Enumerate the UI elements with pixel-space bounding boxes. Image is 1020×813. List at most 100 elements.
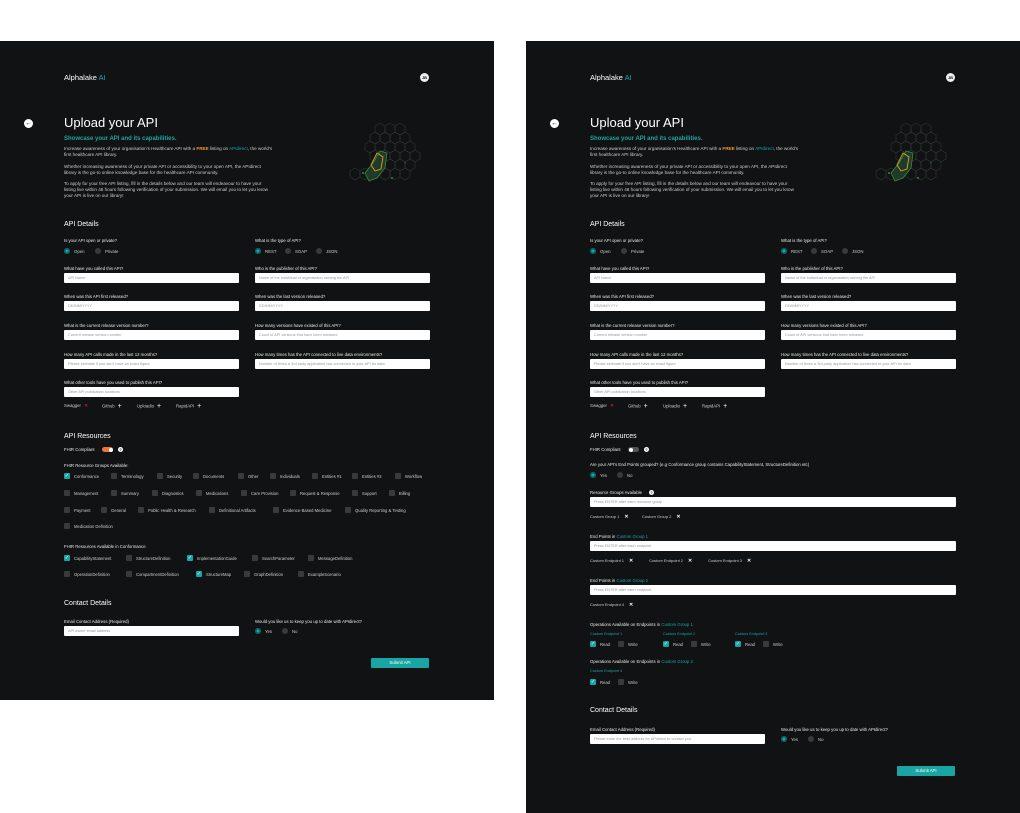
versions-count-input[interactable]: Count of API versions that have been rel…	[255, 330, 430, 340]
tool-uploadio[interactable]: Uploadio +	[137, 403, 161, 410]
conformance-checkbox[interactable]: StructureDefinition	[126, 554, 170, 562]
conformance-checkbox[interactable]: ✓ StructureMap	[196, 570, 231, 578]
group-checkbox[interactable]: Definitional Artifacts	[209, 506, 256, 514]
group-checkbox[interactable]: Entities #2	[352, 472, 382, 480]
read-checkbox[interactable]: ✓ Read	[735, 640, 755, 648]
radio-open[interactable]: Open	[590, 247, 611, 255]
add-icon[interactable]: +	[157, 403, 161, 410]
submit-button[interactable]: Submit API	[897, 766, 955, 776]
help-icon[interactable]: ?	[649, 490, 654, 495]
tools-input[interactable]: Other API publication locations	[64, 387, 239, 397]
radio-rest[interactable]: REST	[781, 247, 802, 255]
group-checkbox[interactable]: Medication Definition	[64, 522, 113, 530]
conformance-checkbox[interactable]: ✓ CapabilityStatement	[64, 554, 111, 562]
live-connections-input[interactable]: Number of times a 3rd party application …	[255, 359, 430, 369]
remove-icon[interactable]: ✕	[624, 514, 628, 520]
last-release-input[interactable]: DD/MM/YYYY	[781, 301, 956, 311]
radio-updates-no[interactable]: No	[282, 627, 298, 635]
submit-button[interactable]: Submit API	[371, 658, 429, 668]
group-checkbox[interactable]: Care Provision	[241, 489, 278, 497]
back-arrow-icon[interactable]: ←	[550, 119, 559, 128]
tool-rapidapi[interactable]: RapidAPI +	[702, 403, 727, 410]
conformance-checkbox[interactable]: OperationDefinition	[64, 570, 110, 578]
avatar[interactable]: JB	[420, 73, 429, 82]
tool-swagger[interactable]: Swagger ✕	[64, 403, 88, 409]
tool-swagger[interactable]: Swagger ✕	[590, 403, 614, 409]
radio-rest[interactable]: REST	[255, 247, 276, 255]
group-checkbox[interactable]: Terminology	[111, 472, 144, 480]
version-input[interactable]: Current release version number	[590, 330, 765, 340]
group-checkbox[interactable]: Support	[352, 489, 377, 497]
email-input[interactable]: API owner email address	[64, 626, 239, 636]
write-checkbox[interactable]: Write	[763, 640, 783, 648]
last-release-input[interactable]: DD/MM/YYYY	[255, 301, 430, 311]
tool-uploadio[interactable]: Uploadio +	[663, 403, 687, 410]
remove-icon[interactable]: ✕	[84, 403, 88, 409]
conformance-checkbox[interactable]: SearchParameter	[252, 554, 295, 562]
radio-grouped-yes[interactable]: Yes	[590, 471, 607, 479]
group-checkbox[interactable]: Summary	[111, 489, 139, 497]
radio-updates-yes[interactable]: Yes	[781, 735, 798, 743]
add-icon[interactable]: +	[723, 403, 727, 410]
radio-open[interactable]: Open	[64, 247, 85, 255]
help-icon[interactable]: ?	[644, 447, 649, 452]
add-icon[interactable]: +	[118, 403, 122, 410]
group-checkbox[interactable]: Documents	[193, 472, 224, 480]
group-checkbox[interactable]: Individuals	[270, 472, 300, 480]
tool-github[interactable]: Github +	[102, 403, 122, 410]
conformance-checkbox[interactable]: ✓ ImplementationGuide	[187, 554, 237, 562]
conformance-checkbox[interactable]: ExampleScenario	[298, 570, 341, 578]
group-checkbox[interactable]: Request & Response	[290, 489, 340, 497]
group-checkbox[interactable]: Security	[157, 472, 182, 480]
conformance-checkbox[interactable]: MessageDefinition	[308, 554, 352, 562]
first-release-input[interactable]: DD/MM/YYYY	[590, 301, 765, 311]
first-release-input[interactable]: DD/MM/YYYY	[64, 301, 239, 311]
group-checkbox[interactable]: Entities #1	[312, 472, 342, 480]
radio-private[interactable]: Private	[621, 247, 644, 255]
radio-json[interactable]: JSON	[842, 247, 863, 255]
group-checkbox[interactable]: Management	[64, 489, 98, 497]
read-checkbox[interactable]: ✓ Read	[663, 640, 683, 648]
endpoints-group1-input[interactable]: Press ENTER after each endpoint	[590, 541, 956, 551]
fhir-compliant-toggle[interactable]	[628, 447, 639, 452]
add-icon[interactable]: +	[197, 403, 201, 410]
group-checkbox[interactable]: Payment	[64, 506, 91, 514]
group-checkbox[interactable]: Other	[238, 472, 258, 480]
endpoints-group2-input[interactable]: Press ENTER after each endpoint	[590, 585, 956, 595]
resource-groups-input[interactable]: Press ENTER after each resource group	[590, 497, 956, 507]
group-checkbox[interactable]: Workflow	[395, 472, 422, 480]
add-icon[interactable]: +	[644, 403, 648, 410]
radio-updates-no[interactable]: No	[808, 735, 824, 743]
back-arrow-icon[interactable]: ←	[24, 119, 33, 128]
add-icon[interactable]: +	[683, 403, 687, 410]
remove-icon[interactable]: ✕	[688, 558, 692, 564]
api-name-input[interactable]: API Name	[590, 273, 765, 283]
remove-icon[interactable]: ✕	[747, 558, 751, 564]
tool-github[interactable]: Github +	[628, 403, 648, 410]
remove-icon[interactable]: ✕	[629, 558, 633, 564]
conformance-checkbox[interactable]: GraphDefinition	[244, 570, 283, 578]
radio-soap[interactable]: SOAP	[285, 247, 307, 255]
tool-rapidapi[interactable]: RapidAPI +	[176, 403, 201, 410]
group-checkbox[interactable]: Public Health & Research	[138, 506, 196, 514]
group-checkbox[interactable]: General	[101, 506, 126, 514]
publisher-input[interactable]: Name of the individual or organisation o…	[781, 273, 956, 283]
group-checkbox[interactable]: Quality Reporting & Testing	[345, 506, 406, 514]
email-input[interactable]: Please enter the best address for APIdir…	[590, 734, 765, 744]
api-calls-input[interactable]: Please estimate if you don't have an exa…	[590, 359, 765, 369]
write-checkbox[interactable]: Write	[691, 640, 711, 648]
group-checkbox[interactable]: Medications	[196, 489, 228, 497]
remove-icon[interactable]: ✕	[676, 514, 680, 520]
read-checkbox[interactable]: ✓ Read	[590, 640, 610, 648]
version-input[interactable]: Current release version number	[64, 330, 239, 340]
live-connections-input[interactable]: Number of times a 3rd party application …	[781, 359, 956, 369]
group-checkbox[interactable]: Billing	[389, 489, 410, 497]
help-icon[interactable]: ?	[118, 447, 123, 452]
radio-soap[interactable]: SOAP	[811, 247, 833, 255]
avatar[interactable]: JB	[946, 73, 955, 82]
write-checkbox[interactable]: Write	[618, 678, 638, 686]
publisher-input[interactable]: Name of the individual or organisation o…	[255, 273, 430, 283]
group-checkbox[interactable]: ✓ Conformance	[64, 472, 99, 480]
write-checkbox[interactable]: Write	[618, 640, 638, 648]
group-checkbox[interactable]: Diagnostics	[152, 489, 184, 497]
